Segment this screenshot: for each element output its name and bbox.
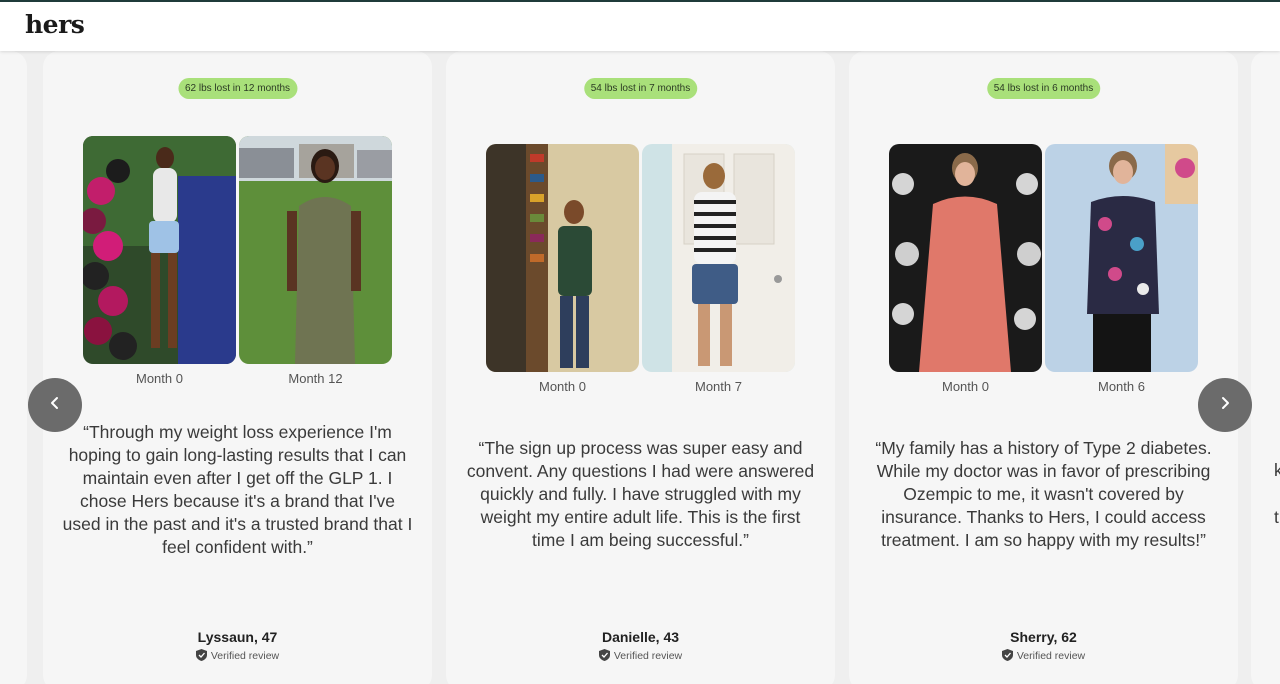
weight-loss-badge: 62 lbs lost in 12 months xyxy=(177,78,298,99)
after-photo xyxy=(642,144,795,372)
verified-label: Verified review xyxy=(1016,650,1086,662)
reviewer-name: Danielle, 43 xyxy=(601,629,680,645)
weight-loss-badge: 54 lbs lost in 6 months xyxy=(986,78,1101,99)
testimonial-card: 54 lbs lost in 7 months Month 0 Month 7 … xyxy=(446,51,835,684)
peek-card-right: k t xyxy=(1251,51,1280,684)
shield-check-icon xyxy=(195,649,207,664)
carousel-next-button[interactable] xyxy=(1198,378,1252,432)
testimonial-quote: “My family has a history of Type 2 diabe… xyxy=(875,438,1212,550)
after-label: Month 12 xyxy=(288,371,343,386)
verified-review: Verified review xyxy=(43,649,432,664)
before-photo xyxy=(83,136,236,364)
weight-loss-badge: 54 lbs lost in 7 months xyxy=(583,78,698,99)
carousel-prev-button[interactable] xyxy=(28,378,82,432)
reviewer-name: Sherry, 62 xyxy=(1010,629,1077,645)
before-after-photos xyxy=(889,144,1198,372)
chevron-right-icon xyxy=(1218,396,1232,415)
verified-review: Verified review xyxy=(446,649,835,664)
after-label: Month 7 xyxy=(695,379,742,394)
verified-label: Verified review xyxy=(613,650,683,662)
before-after-photos xyxy=(83,136,392,364)
shield-check-icon xyxy=(1001,649,1013,664)
before-photo xyxy=(486,144,639,372)
before-label: Month 0 xyxy=(136,371,183,386)
chevron-left-icon xyxy=(48,396,62,415)
shield-check-icon xyxy=(598,649,610,664)
before-label: Month 0 xyxy=(539,379,586,394)
before-label: Month 0 xyxy=(942,379,989,394)
testimonial-card: 54 lbs lost in 6 months Month 0 Month 6 … xyxy=(849,51,1238,684)
peek-quote-fragment: t xyxy=(1274,507,1279,527)
testimonial-carousel: 62 lbs lost in 12 months Month 0 Month 1… xyxy=(0,51,1280,684)
after-label: Month 6 xyxy=(1098,379,1145,394)
after-photo xyxy=(1045,144,1198,372)
reviewer-name: Lyssaun, 47 xyxy=(197,629,278,645)
top-nav: hers xyxy=(0,0,1280,51)
peek-card-left xyxy=(0,51,27,684)
before-after-photos xyxy=(486,144,795,372)
verified-label: Verified review xyxy=(210,650,280,662)
testimonial-quote: “Through my weight loss experience I'm h… xyxy=(62,422,413,557)
verified-review: Verified review xyxy=(849,649,1238,664)
hers-logo[interactable]: hers xyxy=(25,10,85,39)
testimonial-quote: “The sign up process was super easy and … xyxy=(466,438,815,550)
after-photo xyxy=(239,136,392,364)
peek-quote-fragment: k xyxy=(1274,460,1280,480)
testimonial-card: 62 lbs lost in 12 months Month 0 Month 1… xyxy=(43,51,432,684)
before-photo xyxy=(889,144,1042,372)
